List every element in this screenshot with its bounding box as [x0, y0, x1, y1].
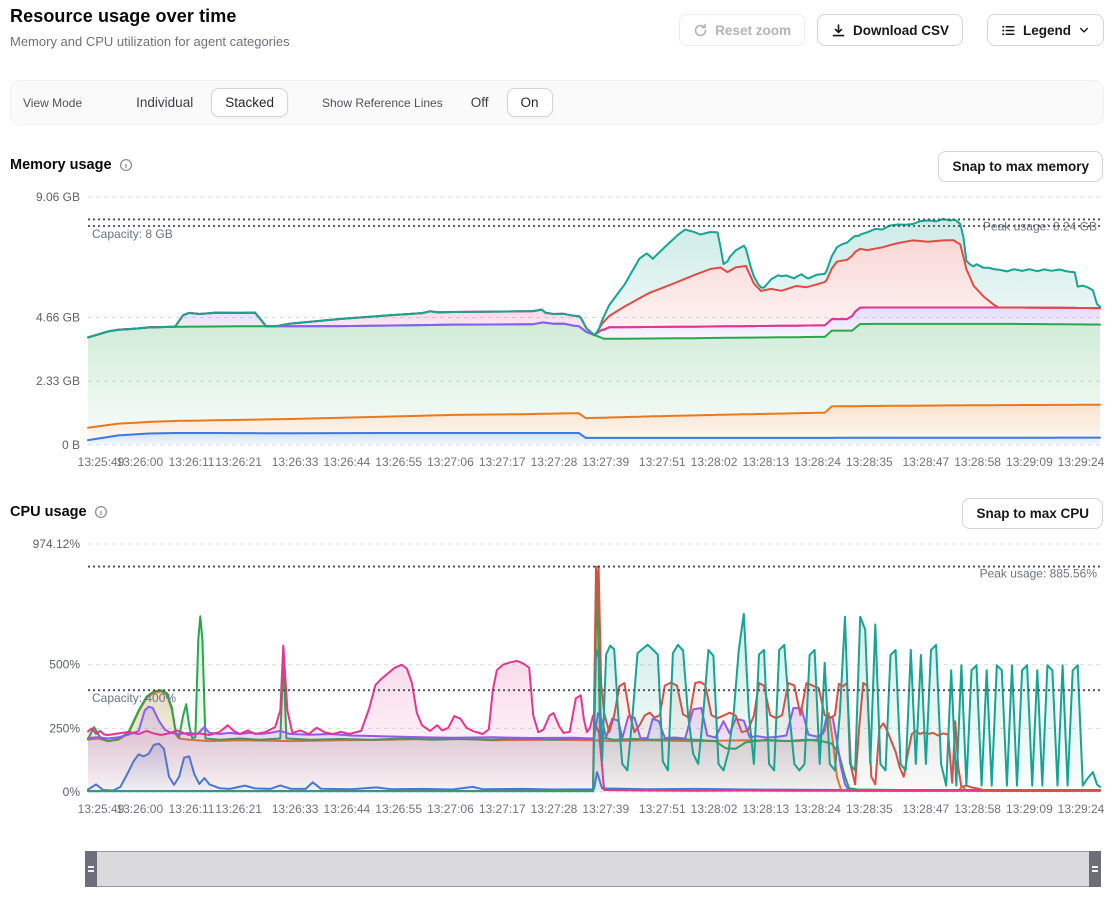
page-header: Resource usage over time Memory and CPU … — [10, 6, 290, 49]
svg-text:13:26:44: 13:26:44 — [324, 455, 371, 469]
snap-to-max-memory-button[interactable]: Snap to max memory — [938, 151, 1103, 182]
svg-text:13:27:51: 13:27:51 — [639, 802, 686, 816]
svg-text:13:27:28: 13:27:28 — [531, 455, 578, 469]
svg-text:Capacity: 400%: Capacity: 400% — [92, 691, 176, 705]
svg-text:13:28:02: 13:28:02 — [691, 802, 738, 816]
svg-text:13:28:58: 13:28:58 — [954, 455, 1001, 469]
svg-text:13:29:24: 13:29:24 — [1058, 455, 1105, 469]
svg-text:13:26:55: 13:26:55 — [375, 455, 422, 469]
toolbar: Reset zoom Download CSV Legend — [679, 14, 1104, 46]
svg-text:13:27:39: 13:27:39 — [582, 455, 629, 469]
svg-text:0 B: 0 B — [62, 438, 80, 452]
svg-text:13:26:11: 13:26:11 — [169, 802, 215, 816]
svg-text:13:26:33: 13:26:33 — [272, 455, 319, 469]
brush-track[interactable] — [86, 852, 1100, 886]
svg-text:13:26:33: 13:26:33 — [272, 802, 319, 816]
snap-to-max-cpu-button[interactable]: Snap to max CPU — [962, 498, 1103, 529]
memory-chart[interactable]: 9.06 GB4.66 GB2.33 GB0 B13:25:4913:26:00… — [0, 185, 1116, 477]
svg-text:0%: 0% — [63, 785, 81, 799]
svg-text:13:29:24: 13:29:24 — [1058, 802, 1105, 816]
svg-text:13:27:51: 13:27:51 — [639, 455, 686, 469]
download-csv-label: Download CSV — [853, 23, 949, 38]
cpu-chart[interactable]: 974.12%500%250%0%13:25:4913:26:0013:26:1… — [0, 535, 1116, 825]
brush-left-handle[interactable] — [85, 851, 97, 887]
show-reference-lines-label: Show Reference Lines — [322, 96, 443, 110]
svg-text:13:26:21: 13:26:21 — [215, 802, 262, 816]
reset-zoom-label: Reset zoom — [715, 23, 791, 38]
svg-text:13:27:06: 13:27:06 — [427, 802, 474, 816]
page-title: Resource usage over time — [10, 6, 290, 27]
view-mode-stacked[interactable]: Stacked — [211, 88, 288, 117]
svg-text:13:28:24: 13:28:24 — [794, 455, 841, 469]
list-icon — [1001, 23, 1016, 38]
page-subtitle: Memory and CPU utilization for agent cat… — [10, 34, 290, 49]
svg-text:13:28:02: 13:28:02 — [691, 455, 738, 469]
svg-text:13:28:47: 13:28:47 — [902, 802, 949, 816]
download-csv-button[interactable]: Download CSV — [817, 14, 963, 46]
svg-text:9.06 GB: 9.06 GB — [36, 190, 80, 204]
svg-text:13:27:39: 13:27:39 — [582, 802, 629, 816]
svg-text:13:26:44: 13:26:44 — [324, 802, 371, 816]
brush-right-handle[interactable] — [1089, 851, 1101, 887]
svg-text:13:28:24: 13:28:24 — [794, 802, 841, 816]
svg-text:Capacity: 8 GB: Capacity: 8 GB — [92, 227, 173, 241]
reference-lines-off[interactable]: Off — [459, 89, 501, 116]
download-icon — [831, 23, 846, 38]
svg-text:13:26:55: 13:26:55 — [375, 802, 422, 816]
reset-zoom-button[interactable]: Reset zoom — [679, 14, 805, 46]
memory-section-title: Memory usage — [10, 157, 112, 173]
svg-text:13:28:13: 13:28:13 — [742, 802, 789, 816]
controls-bar: View Mode Individual Stacked Show Refere… — [10, 80, 1104, 125]
svg-text:13:28:58: 13:28:58 — [954, 802, 1001, 816]
svg-text:13:26:21: 13:26:21 — [215, 455, 262, 469]
svg-text:2.33 GB: 2.33 GB — [36, 374, 80, 388]
legend-label: Legend — [1023, 23, 1071, 38]
svg-text:13:29:09: 13:29:09 — [1006, 802, 1053, 816]
chevron-down-icon — [1078, 24, 1090, 36]
legend-button[interactable]: Legend — [987, 14, 1104, 46]
view-mode-label: View Mode — [23, 96, 82, 110]
svg-text:250%: 250% — [49, 721, 80, 735]
svg-text:13:29:09: 13:29:09 — [1006, 455, 1053, 469]
svg-text:13:28:35: 13:28:35 — [846, 802, 893, 816]
cpu-section-title: CPU usage — [10, 504, 87, 520]
refresh-icon — [693, 23, 708, 38]
view-mode-individual[interactable]: Individual — [124, 89, 205, 116]
svg-text:13:26:00: 13:26:00 — [116, 802, 163, 816]
svg-text:13:27:17: 13:27:17 — [479, 455, 526, 469]
svg-text:13:26:00: 13:26:00 — [116, 455, 163, 469]
info-icon[interactable] — [119, 158, 133, 172]
svg-text:13:28:35: 13:28:35 — [846, 455, 893, 469]
memory-section-header: Memory usage — [10, 157, 133, 173]
svg-text:13:27:17: 13:27:17 — [479, 802, 526, 816]
svg-text:Peak usage: 885.56%: Peak usage: 885.56% — [980, 567, 1098, 581]
svg-text:13:27:28: 13:27:28 — [531, 802, 578, 816]
svg-text:13:28:13: 13:28:13 — [742, 455, 789, 469]
svg-text:13:27:06: 13:27:06 — [427, 455, 474, 469]
cpu-section-header: CPU usage — [10, 504, 108, 520]
svg-text:13:28:47: 13:28:47 — [902, 455, 949, 469]
svg-text:500%: 500% — [49, 658, 80, 672]
svg-text:974.12%: 974.12% — [33, 537, 81, 551]
svg-text:13:26:11: 13:26:11 — [169, 455, 215, 469]
info-icon[interactable] — [94, 505, 108, 519]
reference-lines-on[interactable]: On — [507, 88, 553, 117]
time-range-brush — [85, 851, 1101, 887]
svg-text:4.66 GB: 4.66 GB — [36, 310, 80, 324]
